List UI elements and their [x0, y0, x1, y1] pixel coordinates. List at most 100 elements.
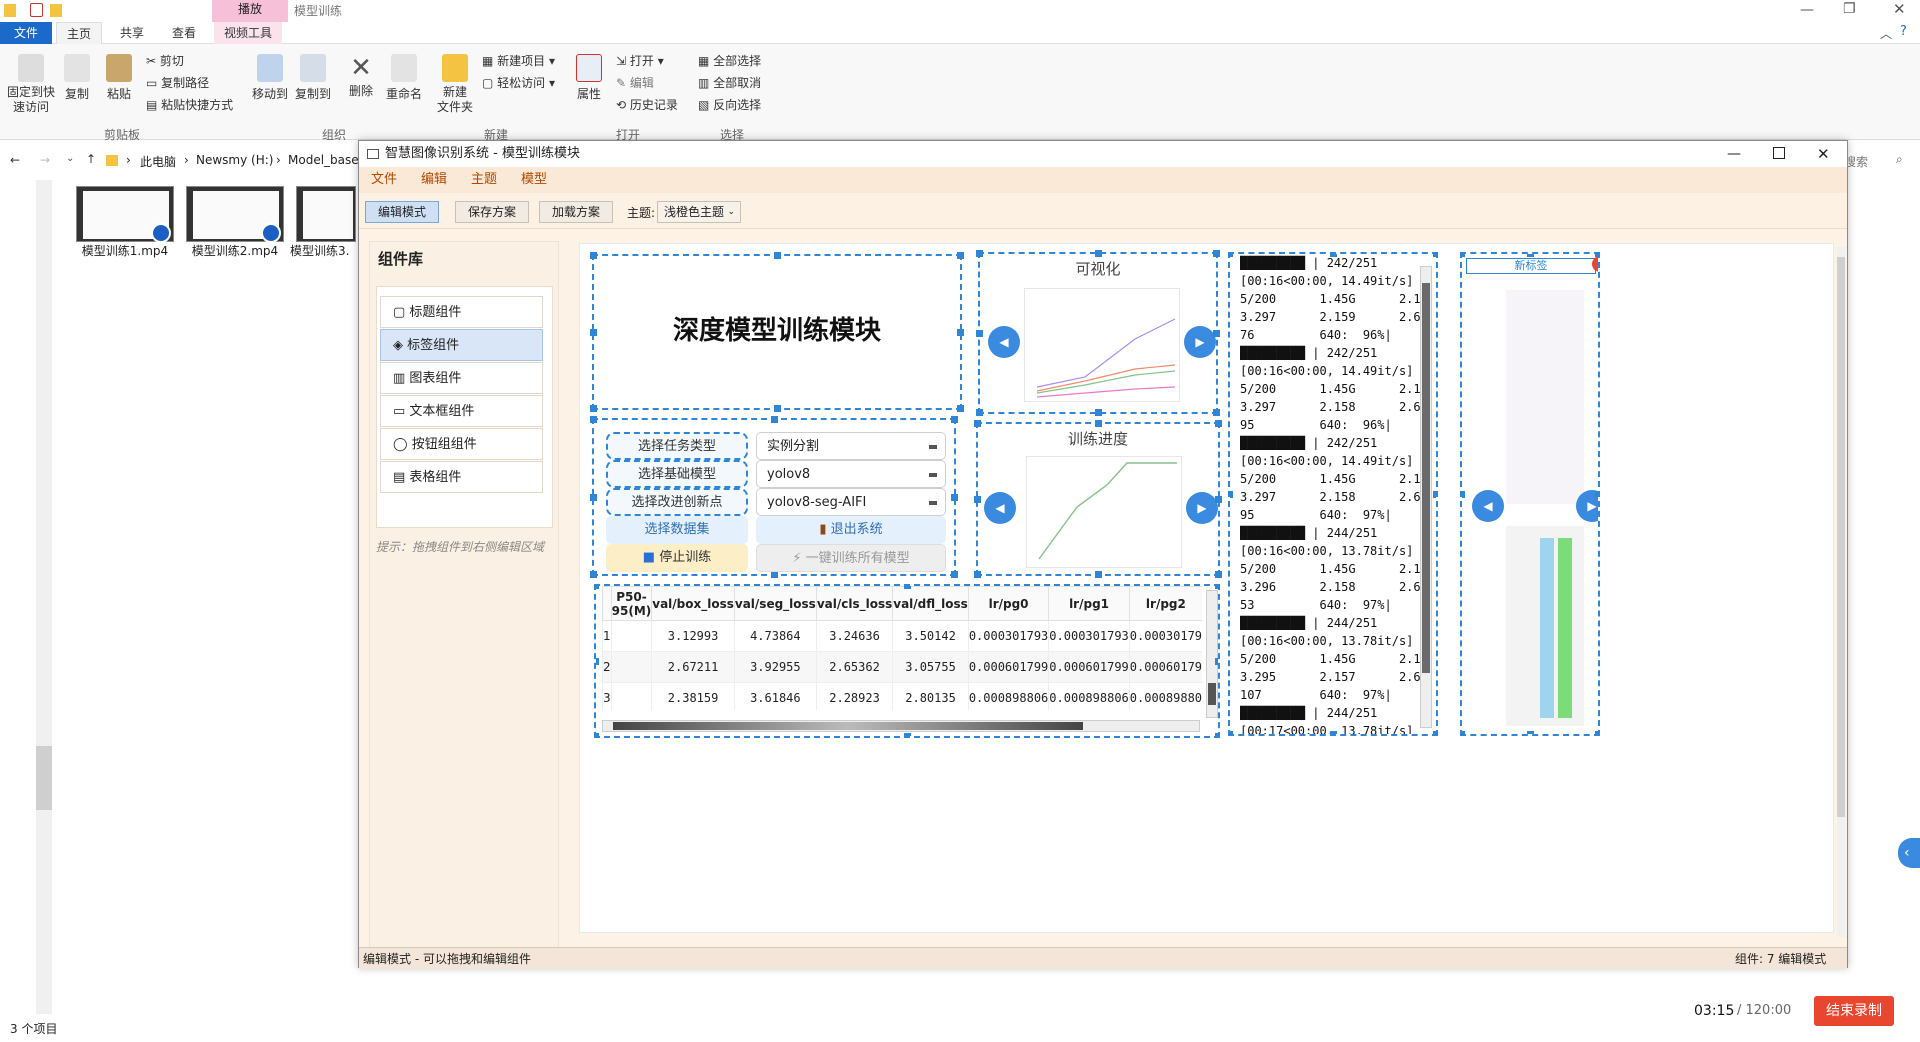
table-row[interactable]: 2 2.67211 3.92955 2.65362 3.05755 0.000601799… — [602, 651, 1202, 683]
video-thumbnail[interactable] — [76, 186, 174, 243]
resize-handle[interactable] — [1213, 250, 1220, 257]
resize-handle[interactable] — [590, 252, 597, 259]
resize-handle[interactable] — [904, 733, 911, 736]
log-scrollbar-thumb[interactable] — [1422, 283, 1430, 673]
save-scheme-button[interactable]: 保存方案 — [455, 201, 529, 223]
resize-handle[interactable] — [1527, 254, 1534, 257]
stop-recording-button[interactable]: 结束录制 — [1814, 996, 1894, 1026]
menu-edit[interactable]: 编辑 — [409, 167, 459, 193]
resize-handle[interactable] — [1213, 409, 1220, 416]
resize-handle[interactable] — [1462, 254, 1465, 257]
open-button[interactable]: ⇲ 打开 ▾ — [616, 52, 664, 69]
table-vscrollbar[interactable] — [1206, 590, 1218, 718]
breadcrumb-drive[interactable]: Newsmy (H:) — [196, 153, 273, 167]
resize-handle[interactable] — [951, 416, 958, 423]
resize-handle[interactable] — [1095, 420, 1102, 427]
lib-item-chart[interactable]: ▥ 图表组件 — [380, 362, 543, 394]
chart-prev-button[interactable]: ◀ — [988, 326, 1020, 358]
new-folder-icon[interactable] — [50, 4, 62, 17]
tab-home[interactable]: 主页 — [56, 22, 103, 44]
resize-handle[interactable] — [774, 252, 781, 259]
resize-handle[interactable] — [976, 250, 983, 257]
resize-handle[interactable] — [1595, 731, 1598, 734]
resize-handle[interactable] — [1215, 658, 1218, 665]
file-label[interactable]: 模型训练2.mp4 — [180, 242, 290, 259]
minimize-icon[interactable]: — — [1727, 141, 1741, 167]
video-thumbnail[interactable] — [296, 186, 356, 242]
tab-file[interactable]: 文件 — [0, 22, 52, 44]
canvas-scrollbar[interactable] — [1837, 247, 1845, 937]
results-table-panel[interactable]: P50-95(M) val/box_loss val/seg_loss val/cls… — [594, 584, 1220, 738]
new-label-field[interactable]: 新标签 — [1466, 258, 1596, 274]
nav-pane-scrollbar[interactable] — [36, 180, 52, 1014]
resize-handle[interactable] — [1433, 254, 1436, 257]
resize-handle[interactable] — [957, 252, 964, 259]
breadcrumb-pc[interactable]: 此电脑 — [140, 153, 176, 170]
copy-button[interactable]: 复制 — [60, 54, 94, 102]
resize-handle[interactable] — [957, 405, 964, 412]
properties-icon[interactable] — [30, 3, 43, 17]
lib-item-title[interactable]: ▢ 标题组件 — [380, 296, 543, 328]
chart-next-button[interactable]: ▶ — [1184, 326, 1216, 358]
cut-button[interactable]: ✂ 剪切 — [146, 52, 184, 69]
resize-handle[interactable] — [976, 330, 983, 337]
paste-button[interactable]: 粘贴 — [100, 54, 138, 102]
side-expand-icon[interactable]: ‹ — [1898, 838, 1920, 868]
resize-handle[interactable] — [974, 496, 981, 503]
column-header[interactable]: val/dfl_loss — [892, 586, 969, 621]
close-icon[interactable]: ✕ — [1893, 0, 1906, 18]
resize-handle[interactable] — [1095, 409, 1102, 416]
resize-handle[interactable] — [590, 416, 597, 423]
progress-panel[interactable]: 训练进度 ◀ ▶ — [974, 420, 1222, 578]
tab-share[interactable]: 共享 — [110, 22, 154, 44]
resize-handle[interactable] — [1433, 491, 1436, 498]
title-component[interactable]: 深度模型训练模块 — [590, 252, 964, 412]
base-model-select[interactable]: yolov8 — [756, 460, 946, 488]
tab-video-tools[interactable]: 视频工具 — [214, 22, 283, 44]
resize-handle[interactable] — [1230, 731, 1233, 734]
right-prev-button[interactable]: ◀ — [1472, 490, 1504, 522]
column-header[interactable]: P50-95(M) — [610, 586, 653, 621]
resize-handle[interactable] — [590, 494, 597, 501]
visualization-panel[interactable]: 可视化 ◀ ▶ — [976, 250, 1220, 416]
table-row[interactable]: 1 3.12993 4.73864 3.24636 3.50142 0.000301793… — [602, 620, 1202, 652]
resize-handle[interactable] — [974, 420, 981, 427]
menu-model[interactable]: 模型 — [509, 167, 559, 193]
resize-handle[interactable] — [1215, 420, 1222, 427]
resize-handle[interactable] — [596, 733, 599, 736]
easy-access-button[interactable]: ▢ 轻松访问 ▾ — [482, 74, 555, 91]
menu-theme[interactable]: 主题 — [459, 167, 509, 193]
edit-button[interactable]: ✎ 编辑 — [616, 74, 654, 91]
resize-handle[interactable] — [771, 416, 778, 423]
progress-next-button[interactable]: ▶ — [1186, 492, 1218, 524]
column-header[interactable]: val/box_loss — [651, 586, 735, 621]
resize-handle[interactable] — [596, 658, 599, 665]
innovation-select[interactable]: yolov8-seg-AIFI — [756, 488, 946, 516]
resize-handle[interactable] — [1095, 571, 1102, 578]
lib-item-textbox[interactable]: ▭ 文本框组件 — [380, 395, 543, 427]
canvas-scrollbar-thumb[interactable] — [1837, 257, 1845, 817]
file-label[interactable]: 模型训练1.mp4 — [70, 242, 180, 259]
up-arrow-icon[interactable]: ↑ — [86, 152, 96, 166]
resize-handle[interactable] — [1215, 586, 1218, 589]
resize-handle[interactable] — [590, 329, 597, 336]
resize-handle[interactable] — [1215, 571, 1222, 578]
resize-handle[interactable] — [1215, 733, 1218, 736]
move-to-button[interactable]: 移动到 — [250, 54, 290, 102]
resize-handle[interactable] — [951, 571, 958, 578]
resize-handle[interactable] — [590, 405, 597, 412]
lib-item-label[interactable]: ◈ 标签组件 — [380, 329, 543, 361]
column-header[interactable]: lr/pg2 — [1128, 586, 1202, 621]
column-header[interactable]: lr/pg1 — [1048, 586, 1130, 621]
resize-handle[interactable] — [1462, 491, 1465, 498]
resize-handle[interactable] — [951, 494, 958, 501]
video-thumbnail[interactable] — [186, 186, 284, 243]
table-vscrollbar-thumb[interactable] — [1208, 683, 1216, 705]
pin-button[interactable]: 固定到快 速访问 — [4, 54, 58, 115]
resize-handle[interactable] — [590, 571, 597, 578]
resize-handle[interactable] — [1595, 491, 1598, 498]
progress-prev-button[interactable]: ◀ — [984, 492, 1016, 524]
right-chart-panel[interactable]: 新标签 ◀ ▶ — [1460, 252, 1600, 736]
forward-arrow-icon[interactable]: → — [40, 153, 50, 167]
log-panel[interactable]: █████████ | 242/251 [00:16<00:00, 14.49it… — [1228, 252, 1438, 736]
